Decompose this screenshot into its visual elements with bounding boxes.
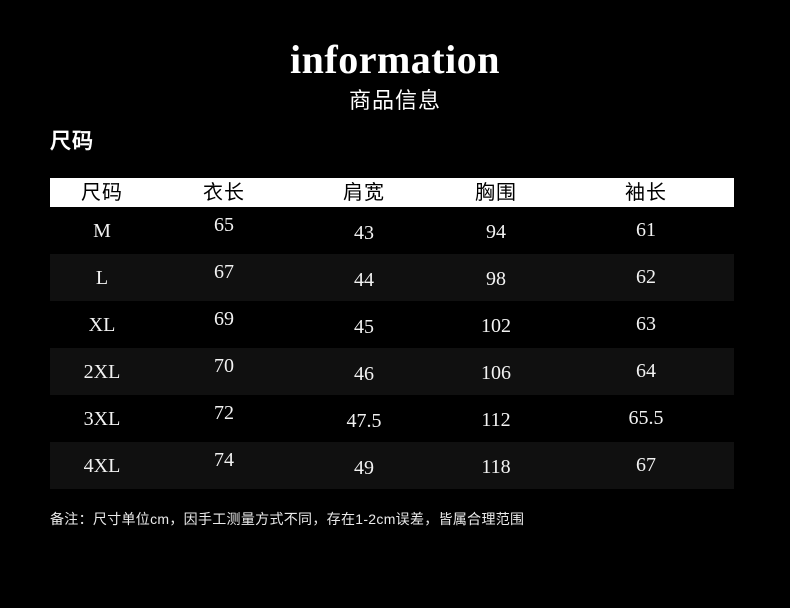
cell-length: 70 <box>214 354 234 377</box>
table-body: M 65 43 94 61 L 67 44 98 62 XL 69 45 102… <box>50 207 734 489</box>
cell-length: 65 <box>214 213 234 236</box>
cell-length: 69 <box>214 307 234 330</box>
cell-size: 2XL <box>83 360 121 383</box>
table-row: XL 69 45 102 63 <box>50 301 734 348</box>
cell-shoulder: 45 <box>354 315 374 338</box>
cell-length: 74 <box>214 448 234 471</box>
table-row: L 67 44 98 62 <box>50 254 734 301</box>
measurement-footnote: 备注：尺寸单位cm，因手工测量方式不同，存在1-2cm误差，皆属合理范围 <box>50 511 525 527</box>
table-row: 4XL 74 49 118 67 <box>50 442 734 489</box>
cell-chest: 106 <box>481 361 511 384</box>
table-header-row: 尺码 衣长 肩宽 胸围 袖长 <box>50 178 734 207</box>
cell-shoulder: 43 <box>354 221 374 244</box>
cell-sleeve: 64 <box>636 359 656 382</box>
cell-chest: 118 <box>481 455 511 478</box>
cell-sleeve: 61 <box>636 218 656 241</box>
column-header-length: 衣长 <box>203 181 245 204</box>
page-title-english: information <box>290 37 500 82</box>
table-row: 2XL 70 46 106 64 <box>50 348 734 395</box>
column-header-chest: 胸围 <box>475 181 517 204</box>
cell-sleeve: 62 <box>636 265 656 288</box>
cell-size: 4XL <box>83 454 121 477</box>
size-chart-table: 尺码 衣长 肩宽 胸围 袖长 M 65 43 94 61 L 67 44 98 … <box>50 178 734 489</box>
cell-length: 67 <box>214 260 234 283</box>
cell-sleeve: 65.5 <box>628 406 664 429</box>
cell-size: XL <box>88 313 116 336</box>
cell-sleeve: 63 <box>636 312 656 335</box>
cell-shoulder: 46 <box>354 362 374 385</box>
cell-sleeve: 67 <box>636 453 656 476</box>
cell-size: L <box>95 266 109 289</box>
cell-chest: 98 <box>486 267 506 290</box>
cell-shoulder: 44 <box>354 268 374 291</box>
column-header-size: 尺码 <box>81 181 123 204</box>
cell-length: 72 <box>214 401 234 424</box>
cell-chest: 102 <box>481 314 511 337</box>
column-header-shoulder: 肩宽 <box>343 181 385 204</box>
cell-shoulder: 47.5 <box>346 409 382 432</box>
column-header-sleeve: 袖长 <box>625 181 667 204</box>
cell-size: 3XL <box>83 407 121 430</box>
cell-size: M <box>93 219 111 242</box>
page-title-chinese: 商品信息 <box>348 88 441 113</box>
cell-chest: 112 <box>481 408 511 431</box>
table-row: 3XL 72 47.5 112 65.5 <box>50 395 734 442</box>
cell-chest: 94 <box>486 220 506 243</box>
table-row: M 65 43 94 61 <box>50 207 734 254</box>
cell-shoulder: 49 <box>354 456 374 479</box>
section-heading-size: 尺码 <box>50 130 94 153</box>
